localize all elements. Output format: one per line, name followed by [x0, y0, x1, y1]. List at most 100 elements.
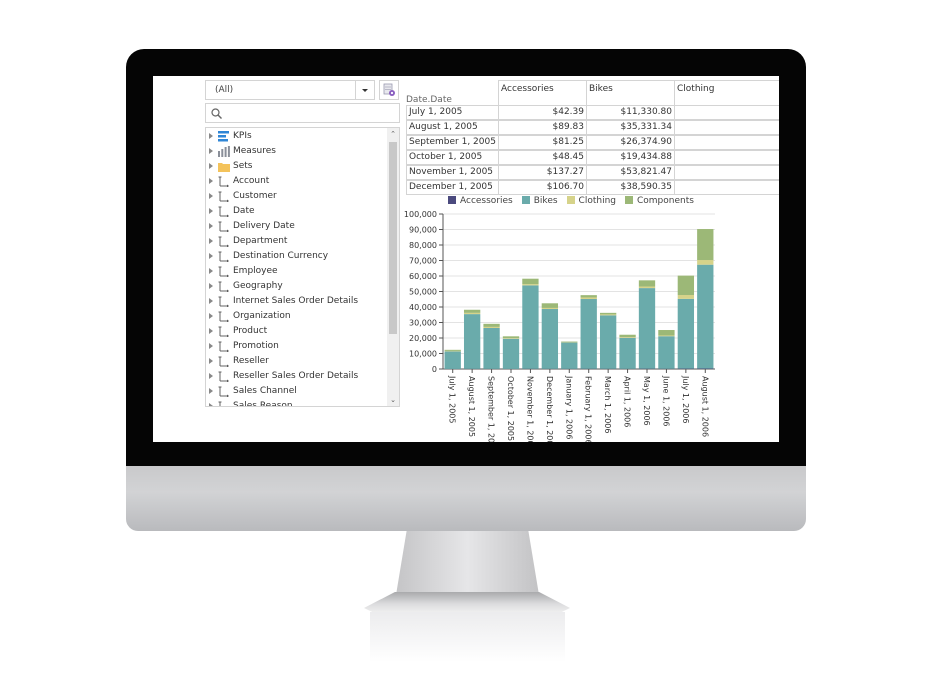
tree-item[interactable]: Customer — [206, 189, 386, 204]
tree-item[interactable]: Internet Sales Order Details — [206, 294, 386, 309]
tree-item[interactable]: Account — [206, 174, 386, 189]
expand-arrow-icon[interactable] — [209, 328, 213, 334]
bar-segment-components — [599, 312, 617, 315]
tree-item[interactable]: Date — [206, 204, 386, 219]
bar-segment-bikes — [502, 338, 520, 369]
tree-item[interactable]: Destination Currency — [206, 249, 386, 264]
expand-arrow-icon[interactable] — [209, 223, 213, 229]
expand-arrow-icon[interactable] — [209, 253, 213, 259]
tree-item[interactable]: Sets — [206, 159, 386, 174]
tree-item[interactable]: Promotion — [206, 339, 386, 354]
expand-arrow-icon[interactable] — [209, 403, 213, 406]
expand-arrow-icon[interactable] — [209, 148, 213, 154]
expand-arrow-icon[interactable] — [209, 133, 213, 139]
dropdown-button[interactable] — [355, 81, 374, 99]
expand-arrow-icon[interactable] — [209, 178, 213, 184]
row-header-cell[interactable]: November 1, 2005 — [406, 165, 499, 180]
expand-arrow-icon[interactable] — [209, 163, 213, 169]
tree-item-label: Sales Channel — [233, 386, 297, 396]
field-tree: ⌃ ⌄ KPIs Measures Sets Account Customer Date D… — [205, 127, 400, 407]
tree-item-label: Destination Currency — [233, 251, 329, 261]
tree-item-label: Sets — [233, 161, 253, 171]
legend-item[interactable]: Accessories — [448, 196, 513, 206]
chevron-down-icon — [362, 89, 368, 92]
bar-segment-bikes — [580, 299, 597, 369]
bar-segment-bikes — [561, 342, 578, 369]
hierarchy-icon — [218, 206, 230, 218]
stacked-bar-chart: 0 10,000 20,000 30,000 40,000 50,000 60,000 70,… — [398, 194, 728, 442]
expand-arrow-icon[interactable] — [209, 283, 213, 289]
cube-selector[interactable]: (All) — [205, 80, 375, 100]
tree-item[interactable]: Sales Reason — [206, 399, 386, 406]
tree-item[interactable]: Measures — [206, 144, 386, 159]
tree-item[interactable]: Employee — [206, 264, 386, 279]
row-header-cell[interactable]: September 1, 2005 — [406, 135, 499, 150]
legend-item[interactable]: Bikes — [521, 196, 558, 206]
bar-segment-components — [483, 323, 500, 327]
measures-icon — [218, 146, 230, 157]
x-tick-label: September 1, 2005 — [487, 376, 496, 442]
hierarchy-icon — [218, 191, 230, 203]
expand-arrow-icon[interactable] — [209, 268, 213, 274]
bar-segment-bikes — [483, 327, 500, 369]
expand-arrow-icon[interactable] — [209, 208, 213, 214]
tree-item-label: Account — [233, 176, 270, 186]
value-cell: $137.27 — [498, 165, 587, 180]
tree-item[interactable]: Product — [206, 324, 386, 339]
tree-item[interactable]: Reseller Sales Order Details — [206, 369, 386, 384]
cube-settings-icon — [383, 83, 395, 96]
tree-item[interactable]: KPIs — [206, 129, 386, 144]
expand-arrow-icon[interactable] — [209, 373, 213, 379]
expand-arrow-icon[interactable] — [209, 358, 213, 364]
expand-arrow-icon[interactable] — [209, 388, 213, 394]
row-header-cell[interactable]: October 1, 2005 — [406, 150, 499, 165]
legend-item[interactable]: Components — [625, 196, 694, 206]
search-input[interactable] — [205, 103, 400, 123]
hierarchy-icon — [218, 176, 230, 188]
expand-arrow-icon[interactable] — [209, 343, 213, 349]
chart-canvas: 0 10,000 20,000 30,000 40,000 50,000 60,000 70,… — [404, 210, 715, 442]
hierarchy-icon — [218, 386, 230, 398]
row-header-cell[interactable]: July 1, 2005 — [406, 105, 499, 120]
legend-item[interactable]: Clothing — [566, 196, 616, 206]
tree-item[interactable]: Department — [206, 234, 386, 249]
settings-button[interactable] — [379, 80, 399, 100]
expand-arrow-icon[interactable] — [209, 298, 213, 304]
expand-arrow-icon[interactable] — [209, 238, 213, 244]
bar-segment-clothing — [599, 314, 617, 316]
legend-swatch — [521, 196, 530, 204]
tree-item[interactable]: Organization — [206, 309, 386, 324]
bar-segment-clothing — [677, 294, 695, 299]
scrollbar-thumb[interactable] — [389, 142, 397, 334]
y-tick-label: 60,000 — [409, 272, 437, 281]
value-cell: $35,331.34 — [586, 120, 675, 135]
scroll-up-icon[interactable]: ⌃ — [387, 128, 399, 140]
x-tick-label: May 1, 2006 — [642, 376, 651, 426]
tree-item-label: Department — [233, 236, 288, 246]
x-tick-label: June 1, 2006 — [661, 375, 670, 427]
value-cell — [674, 120, 779, 135]
tree-item[interactable]: Geography — [206, 279, 386, 294]
monitor-stand-base — [364, 592, 570, 612]
expand-arrow-icon[interactable] — [209, 313, 213, 319]
bar-segment-bikes — [599, 315, 617, 369]
column-header[interactable]: Accessories — [498, 80, 587, 105]
row-header-cell[interactable]: December 1, 2005 — [406, 180, 499, 195]
tree-item[interactable]: Delivery Date — [206, 219, 386, 234]
bar-segment-components — [677, 275, 695, 295]
column-header[interactable]: Clothing — [674, 80, 779, 105]
hierarchy-icon — [218, 371, 230, 383]
bar-segment-clothing — [697, 260, 714, 265]
kpi-icon — [218, 131, 230, 142]
expand-arrow-icon[interactable] — [209, 193, 213, 199]
bar-segment-clothing — [638, 286, 656, 289]
row-header-cell[interactable]: August 1, 2005 — [406, 120, 499, 135]
y-tick-label: 30,000 — [409, 319, 437, 328]
column-header[interactable]: Bikes — [586, 80, 675, 105]
tree-item[interactable]: Reseller — [206, 354, 386, 369]
bar-segment-bikes — [658, 336, 675, 369]
table-row: August 1, 2005 $89.83 $35,331.34 — [406, 120, 779, 135]
value-cell — [674, 135, 779, 150]
tree-item[interactable]: Sales Channel — [206, 384, 386, 399]
y-tick-label: 100,000 — [404, 210, 437, 219]
